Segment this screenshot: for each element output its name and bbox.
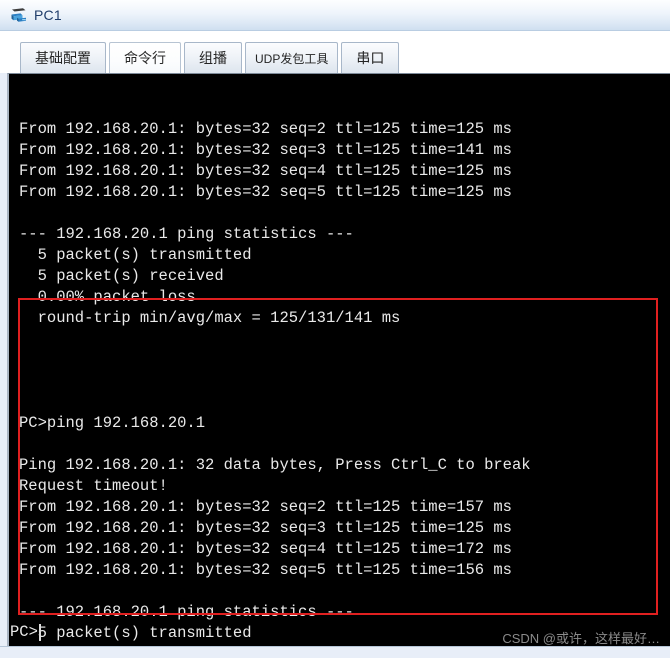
tab-label: 串口 bbox=[356, 50, 385, 66]
prompt-label: PC> bbox=[10, 623, 38, 641]
terminal-line: From 192.168.20.1: bytes=32 seq=5 ttl=12… bbox=[19, 183, 512, 201]
terminal-line: Request timeout! bbox=[19, 477, 168, 495]
terminal-line: From 192.168.20.1: bytes=32 seq=2 ttl=12… bbox=[19, 498, 512, 516]
terminal-line: round-trip min/avg/max = 125/131/141 ms bbox=[19, 309, 401, 327]
pc-device-icon bbox=[9, 6, 29, 26]
terminal-line: 0.00% packet loss bbox=[19, 288, 196, 306]
terminal-line: --- 192.168.20.1 ping statistics --- bbox=[19, 225, 354, 243]
tab-label: UDP发包工具 bbox=[255, 51, 329, 66]
tab-label: 组播 bbox=[199, 50, 227, 66]
pc1-console-window: PC1 基础配置 命令行 组播 UDP发包工具 串口 From 192.168.… bbox=[0, 0, 670, 658]
terminal-line: From 192.168.20.1: bytes=32 seq=2 ttl=12… bbox=[19, 120, 512, 138]
terminal-line: From 192.168.20.1: bytes=32 seq=4 ttl=12… bbox=[19, 162, 512, 180]
tab-basic-config[interactable]: 基础配置 bbox=[20, 42, 106, 73]
tab-label: 基础配置 bbox=[35, 50, 91, 66]
terminal-frame: From 192.168.20.1: bytes=32 seq=2 ttl=12… bbox=[7, 73, 670, 646]
terminal-line: PC>ping 192.168.20.1 bbox=[19, 414, 206, 432]
window-left-gutter bbox=[0, 73, 7, 646]
terminal-line: 5 packet(s) transmitted bbox=[19, 246, 252, 264]
window-title-bar: PC1 bbox=[0, 0, 670, 31]
tab-multicast[interactable]: 组播 bbox=[184, 42, 242, 73]
window-bottom-bar bbox=[0, 646, 670, 658]
tab-label: 命令行 bbox=[124, 50, 166, 66]
terminal-line: From 192.168.20.1: bytes=32 seq=3 ttl=12… bbox=[19, 141, 512, 159]
tab-udp-tool[interactable]: UDP发包工具 bbox=[245, 42, 339, 73]
terminal-scrollback-current-ping: PC>ping 192.168.20.1 Ping 192.168.20.1: 3… bbox=[19, 392, 670, 646]
terminal-line: From 192.168.20.1: bytes=32 seq=5 ttl=12… bbox=[19, 561, 512, 579]
terminal-scrollback-previous-ping: From 192.168.20.1: bytes=32 seq=2 ttl=12… bbox=[19, 119, 670, 350]
terminal-line: Ping 192.168.20.1: 32 data bytes, Press … bbox=[19, 456, 531, 474]
tab-command-line[interactable]: 命令行 bbox=[109, 42, 181, 73]
terminal-line: --- 192.168.20.1 ping statistics --- bbox=[19, 603, 354, 621]
terminal-output[interactable]: From 192.168.20.1: bytes=32 seq=2 ttl=12… bbox=[9, 74, 670, 646]
terminal-line: From 192.168.20.1: bytes=32 seq=4 ttl=12… bbox=[19, 540, 512, 558]
tab-strip: 基础配置 命令行 组播 UDP发包工具 串口 bbox=[0, 31, 670, 73]
terminal-line: From 192.168.20.1: bytes=32 seq=3 ttl=12… bbox=[19, 519, 512, 537]
csdn-watermark: CSDN @或许，这样最好… bbox=[502, 631, 660, 646]
tab-serial-port[interactable]: 串口 bbox=[341, 42, 400, 73]
text-cursor bbox=[38, 623, 41, 641]
terminal-line: 5 packet(s) received bbox=[19, 267, 224, 285]
window-title: PC1 bbox=[34, 7, 62, 23]
command-prompt-line[interactable]: PC> bbox=[10, 620, 41, 644]
